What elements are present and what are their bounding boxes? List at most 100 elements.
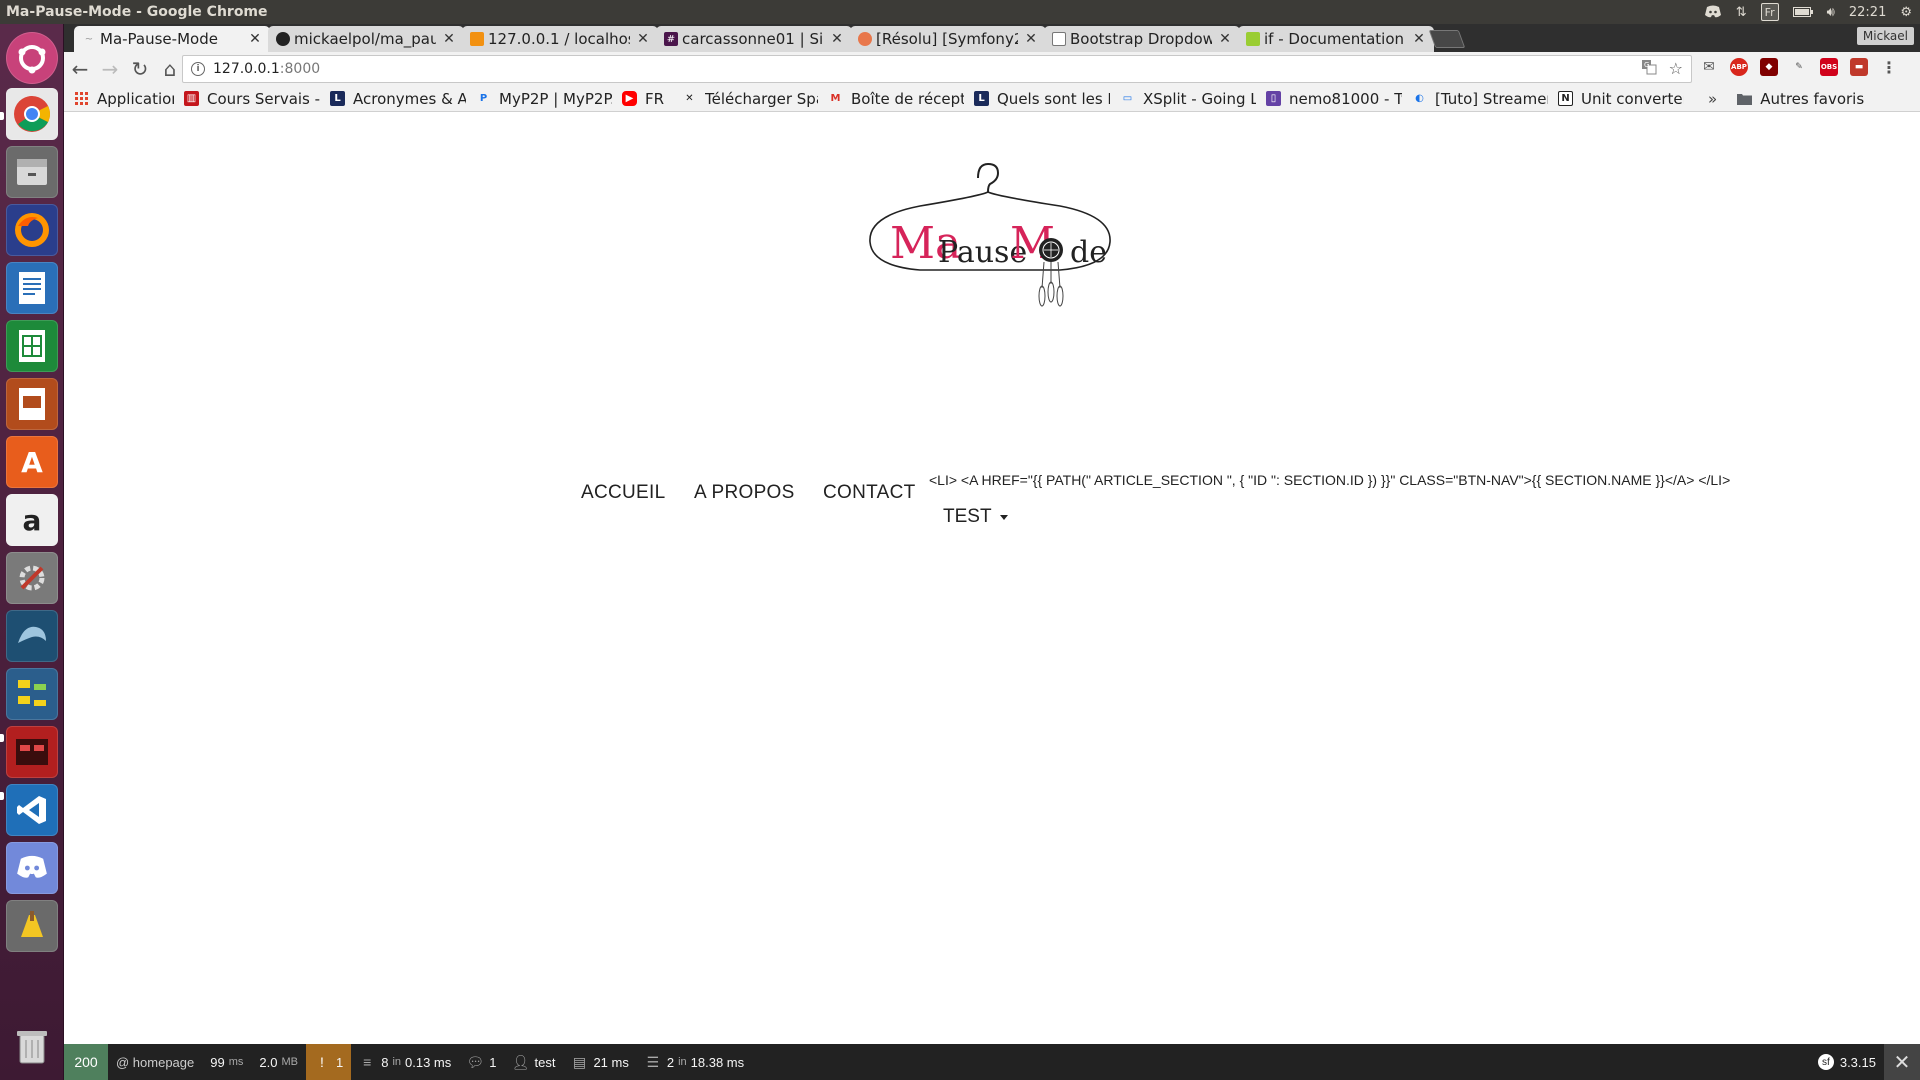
eyedropper-icon[interactable]: ✎ bbox=[1790, 58, 1808, 76]
clock[interactable]: 22:21 bbox=[1849, 3, 1886, 21]
nav-contact[interactable]: CONTACT bbox=[823, 482, 916, 504]
tab-close-icon[interactable]: ✕ bbox=[248, 31, 262, 47]
translate-icon[interactable]: G bbox=[1641, 59, 1657, 79]
running-app-indicator-2 bbox=[0, 792, 4, 800]
nav-dropdown-test[interactable]: TEST bbox=[943, 506, 1008, 528]
openclassrooms-icon bbox=[858, 32, 872, 46]
address-bar[interactable]: i 127.0.0.1 :8000 G ☆ bbox=[182, 55, 1692, 83]
page-viewport: Ma Pause M de ACCUEIL A PROPOS CONTACT <… bbox=[64, 112, 1920, 1048]
tab-close-icon[interactable]: ✕ bbox=[830, 31, 844, 47]
sf-twig[interactable]: ▤ 21 ms bbox=[563, 1044, 636, 1080]
calc-launcher-icon[interactable] bbox=[6, 320, 58, 372]
discord-launcher-icon[interactable] bbox=[6, 842, 58, 894]
writer-launcher-icon[interactable] bbox=[6, 262, 58, 314]
sf-database[interactable]: ☰ 2 in 18.38 ms bbox=[637, 1044, 752, 1080]
database-icon: ☰ bbox=[646, 1053, 660, 1070]
settings-gear-icon[interactable]: ⚙ bbox=[1900, 3, 1912, 21]
svg-text:G: G bbox=[1644, 61, 1649, 69]
folder-icon bbox=[1737, 91, 1753, 106]
sf-toolbar-close-icon[interactable]: ✕ bbox=[1884, 1044, 1920, 1080]
terminal-launcher-icon[interactable] bbox=[6, 726, 58, 778]
bookmark-acronymes[interactable]: L Acronymes & Ab bbox=[330, 90, 466, 108]
bookmark-star-icon[interactable]: ☆ bbox=[1669, 59, 1683, 79]
bookmark-unit-converter[interactable]: N Unit converter bbox=[1558, 90, 1684, 108]
chrome-menu-icon[interactable]: ⋮ bbox=[1880, 58, 1898, 77]
sf-forms[interactable]: ≡ 8 in 0.13 ms bbox=[351, 1044, 459, 1080]
sf-translations[interactable]: 💬︎ 1 bbox=[459, 1044, 504, 1080]
site-logo[interactable]: Ma Pause M de bbox=[860, 158, 1120, 318]
bookmark-tuto-streamer[interactable]: ◐ [Tuto] Streamer bbox=[1412, 90, 1548, 108]
sf-user[interactable]: 👤︎ test bbox=[504, 1044, 563, 1080]
nav-a-propos[interactable]: A PROPOS bbox=[694, 482, 795, 504]
tab-carcassonne[interactable]: # carcassonne01 | Simp ✕ bbox=[656, 26, 852, 52]
ubuntu-dash-icon[interactable] bbox=[6, 32, 58, 84]
sf-memory[interactable]: 2.0 MB bbox=[251, 1044, 306, 1080]
ublock-icon[interactable]: ◆ bbox=[1760, 58, 1778, 76]
bookmarks-overflow-button[interactable]: » bbox=[1708, 90, 1717, 108]
gmail-ext-icon[interactable]: ✉ bbox=[1700, 58, 1718, 76]
chrome-launcher-icon[interactable] bbox=[6, 88, 58, 140]
page-favicon-icon: ~ bbox=[84, 33, 94, 45]
sf-logs-warning[interactable]: ! 1 bbox=[305, 1044, 352, 1080]
files-launcher-icon[interactable] bbox=[6, 146, 58, 198]
sf-route[interactable]: @ homepage bbox=[108, 1044, 202, 1080]
user-icon: 👤︎ bbox=[511, 1053, 530, 1070]
forward-arrow-icon[interactable]: → bbox=[96, 55, 124, 83]
bleachbit-launcher-icon[interactable] bbox=[6, 900, 58, 952]
tab-close-icon[interactable]: ✕ bbox=[1218, 31, 1232, 47]
battery-icon[interactable] bbox=[1792, 3, 1813, 21]
discord-tray-icon[interactable] bbox=[1704, 3, 1722, 21]
apps-grid-icon bbox=[74, 91, 89, 106]
bookmark-cours-servais[interactable]: ▥ Cours Servais - E bbox=[184, 90, 320, 108]
network-icon[interactable]: ⇅ bbox=[1736, 3, 1747, 21]
bookmark-gmail[interactable]: M Boîte de récepti bbox=[828, 90, 964, 108]
profile-button[interactable]: Mickael bbox=[1856, 27, 1914, 45]
sf-symfony-version[interactable]: sf 3.3.15 bbox=[1810, 1044, 1884, 1080]
tab-if-documentation[interactable]: if - Documentation ✕ bbox=[1238, 26, 1434, 52]
back-arrow-icon[interactable]: ← bbox=[66, 55, 94, 83]
tab-close-icon[interactable]: ✕ bbox=[1412, 31, 1426, 47]
site-info-icon[interactable]: i bbox=[191, 62, 205, 76]
bookmark-other-favorites[interactable]: Autres favoris bbox=[1737, 90, 1864, 108]
bookmark-fr-youtube[interactable]: ▶ FR bbox=[622, 90, 672, 108]
sf-time[interactable]: 99 ms bbox=[202, 1044, 251, 1080]
tab-ma-pause-mode[interactable]: ~ Ma-Pause-Mode ✕ bbox=[74, 26, 270, 52]
tab-close-icon[interactable]: ✕ bbox=[636, 31, 650, 47]
firefox-launcher-icon[interactable] bbox=[6, 204, 58, 256]
tab-resolu-symfony[interactable]: [Résolu] [Symfony2 ✕ bbox=[850, 26, 1046, 52]
bookmark-telecharger[interactable]: ✕ Télécharger Spar bbox=[682, 90, 818, 108]
sf-status-code[interactable]: 200 bbox=[64, 1044, 108, 1080]
reload-icon[interactable]: ↻ bbox=[126, 55, 154, 83]
software-center-icon[interactable]: A bbox=[6, 436, 58, 488]
tab-phpmyadmin[interactable]: 127.0.0.1 / localhost ✕ bbox=[462, 26, 658, 52]
mysql-workbench-icon[interactable] bbox=[6, 610, 58, 662]
trash-icon[interactable] bbox=[6, 1020, 58, 1072]
vscode-launcher-icon[interactable] bbox=[6, 784, 58, 836]
bookmark-quels-sont[interactable]: L Quels sont les P bbox=[974, 90, 1110, 108]
bookmark-twitch[interactable]: ▯ nemo81000 - Twi bbox=[1266, 90, 1402, 108]
tab-github[interactable]: mickaelpol/ma_pause ✕ bbox=[268, 26, 464, 52]
bookmark-icon: L bbox=[330, 91, 345, 106]
nav-accueil[interactable]: ACCUEIL bbox=[581, 482, 665, 504]
home-icon[interactable]: ⌂ bbox=[156, 55, 184, 83]
tool-ext-icon[interactable]: ▬ bbox=[1850, 58, 1868, 76]
amazon-launcher-icon[interactable]: a bbox=[6, 494, 58, 546]
impress-launcher-icon[interactable] bbox=[6, 378, 58, 430]
bookmark-myp2p[interactable]: P MyP2P | MyP2P.e bbox=[476, 90, 612, 108]
diagram-app-icon[interactable] bbox=[6, 668, 58, 720]
obs-icon[interactable]: OBS bbox=[1820, 58, 1838, 76]
window-title: Ma-Pause-Mode - Google Chrome bbox=[6, 4, 268, 20]
bookmark-xsplit[interactable]: ▭ XSplit - Going Liv bbox=[1120, 90, 1256, 108]
system-settings-icon[interactable] bbox=[6, 552, 58, 604]
new-tab-button[interactable] bbox=[1428, 30, 1466, 48]
active-app-indicator bbox=[0, 112, 4, 120]
bookmark-applications[interactable]: Applications bbox=[74, 90, 174, 108]
keyboard-layout-indicator[interactable]: Fr bbox=[1760, 3, 1779, 21]
adblock-plus-icon[interactable]: ABP bbox=[1730, 58, 1748, 76]
url-host: 127.0.0.1 bbox=[213, 61, 280, 77]
volume-icon[interactable]: 🔊︎ bbox=[1827, 3, 1835, 21]
bookmarks-bar: Applications ▥ Cours Servais - E L Acron… bbox=[64, 86, 1920, 112]
tab-bootstrap-dropdown[interactable]: Bootstrap Dropdown ✕ bbox=[1044, 26, 1240, 52]
tab-close-icon[interactable]: ✕ bbox=[1024, 31, 1038, 47]
tab-close-icon[interactable]: ✕ bbox=[442, 31, 456, 47]
